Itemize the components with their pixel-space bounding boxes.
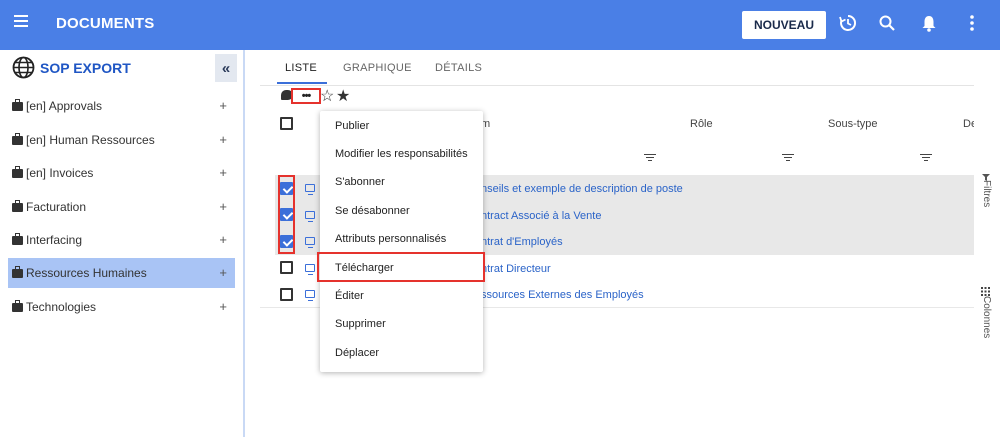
document-link[interactable]: nseils et exemple de description de post… bbox=[481, 183, 683, 195]
monitor-icon bbox=[305, 290, 315, 301]
select-all-checkbox[interactable] bbox=[280, 117, 293, 130]
checkbox-highlight-box bbox=[278, 175, 295, 254]
sidebar-item-label: Facturation bbox=[26, 200, 87, 214]
filter-icon[interactable] bbox=[644, 154, 656, 162]
document-link[interactable]: ntract Associé à la Vente bbox=[481, 210, 601, 222]
expand-plus-icon[interactable]: + bbox=[219, 199, 227, 214]
briefcase-icon bbox=[12, 299, 23, 312]
menu-icon[interactable] bbox=[14, 15, 28, 27]
bell-icon[interactable] bbox=[919, 13, 939, 33]
sidebar-header: SOP EXPORT « bbox=[0, 50, 243, 86]
sidebar-item-label: Technologies bbox=[26, 300, 97, 314]
download-highlight-box bbox=[317, 252, 485, 282]
tab-details[interactable]: DÉTAILS bbox=[435, 62, 482, 74]
filter-icon[interactable] bbox=[982, 168, 990, 181]
briefcase-icon bbox=[12, 98, 23, 111]
menu-item-publier[interactable]: Publier bbox=[335, 120, 369, 132]
menu-item-supprimer[interactable]: Supprimer bbox=[335, 318, 386, 330]
collapse-sidebar-button[interactable]: « bbox=[215, 54, 237, 82]
context-menu: Publier Modifier les responsabilités S'a… bbox=[320, 111, 483, 372]
row-checkbox[interactable] bbox=[280, 261, 293, 274]
columns-panel-toggle[interactable]: Colonnes bbox=[981, 296, 992, 338]
sidebar-item-label: [en] Approvals bbox=[26, 99, 103, 113]
search-icon[interactable] bbox=[877, 13, 897, 33]
expand-plus-icon[interactable]: + bbox=[219, 98, 227, 113]
sidebar-item-technologies[interactable]: Technologies + bbox=[8, 292, 235, 322]
active-tab-indicator bbox=[277, 82, 327, 84]
row-checkbox[interactable] bbox=[280, 288, 293, 301]
sidebar: SOP EXPORT « [en] Approvals + [en] Human… bbox=[0, 50, 245, 437]
filters-panel-toggle[interactable]: Filtres bbox=[981, 180, 992, 207]
sidebar-item-ressources-humaines[interactable]: Ressources Humaines + bbox=[8, 258, 235, 288]
tab-divider bbox=[260, 85, 974, 86]
columns-grid-icon[interactable] bbox=[981, 283, 990, 296]
more-actions-button[interactable]: ••• bbox=[291, 88, 321, 104]
expand-plus-icon[interactable]: + bbox=[219, 265, 227, 280]
menu-item-editer[interactable]: Éditer bbox=[335, 290, 364, 302]
new-button[interactable]: NOUVEAU bbox=[742, 11, 826, 39]
sidebar-item-interfacing[interactable]: Interfacing + bbox=[8, 225, 235, 255]
column-header-subtype[interactable]: Sous-type bbox=[828, 118, 878, 130]
sidebar-item-label: Ressources Humaines bbox=[26, 266, 147, 280]
menu-item-deplacer[interactable]: Déplacer bbox=[335, 347, 379, 359]
globe-icon bbox=[12, 56, 35, 79]
document-link[interactable]: ntrat d'Employés bbox=[481, 236, 563, 248]
sidebar-item-label: [en] Human Ressources bbox=[26, 133, 155, 147]
sidebar-item-invoices[interactable]: [en] Invoices + bbox=[8, 158, 235, 188]
briefcase-icon bbox=[12, 232, 23, 245]
sidebar-title: SOP EXPORT bbox=[40, 60, 131, 76]
filter-icon[interactable] bbox=[920, 154, 932, 162]
expand-plus-icon[interactable]: + bbox=[219, 132, 227, 147]
monitor-icon bbox=[305, 211, 315, 222]
sidebar-item-facturation[interactable]: Facturation + bbox=[8, 192, 235, 222]
document-link[interactable]: ssources Externes des Employés bbox=[481, 289, 644, 301]
more-vert-icon[interactable] bbox=[962, 13, 982, 33]
expand-plus-icon[interactable]: + bbox=[219, 232, 227, 247]
menu-item-sabonner[interactable]: S'abonner bbox=[335, 176, 385, 188]
expand-plus-icon[interactable]: + bbox=[219, 165, 227, 180]
expand-plus-icon[interactable]: + bbox=[219, 299, 227, 314]
document-link[interactable]: ntrat Directeur bbox=[481, 263, 551, 275]
filter-icon[interactable] bbox=[782, 154, 794, 162]
top-app-bar: DOCUMENTS NOUVEAU bbox=[0, 0, 1000, 50]
sidebar-item-approvals[interactable]: [en] Approvals + bbox=[8, 91, 235, 121]
tab-graphique[interactable]: GRAPHIQUE bbox=[343, 62, 412, 74]
briefcase-icon bbox=[12, 199, 23, 212]
star-outline-icon[interactable]: ☆ bbox=[320, 86, 334, 106]
menu-item-attributs-personnalises[interactable]: Attributs personnalisés bbox=[335, 233, 446, 245]
app-title: DOCUMENTS bbox=[56, 15, 155, 32]
history-icon[interactable] bbox=[838, 13, 858, 33]
sidebar-item-human-ressources[interactable]: [en] Human Ressources + bbox=[8, 125, 235, 155]
sidebar-item-label: [en] Invoices bbox=[26, 166, 94, 180]
briefcase-icon bbox=[12, 165, 23, 178]
tab-liste[interactable]: LISTE bbox=[285, 62, 317, 74]
sidebar-item-label: Interfacing bbox=[26, 233, 83, 247]
monitor-icon bbox=[305, 264, 315, 275]
menu-item-se-desabonner[interactable]: Se désabonner bbox=[335, 205, 410, 217]
briefcase-icon bbox=[12, 265, 23, 278]
right-rail: Filtres Colonnes bbox=[974, 50, 1000, 437]
monitor-icon bbox=[305, 184, 315, 195]
monitor-icon bbox=[305, 237, 315, 248]
star-filled-icon[interactable]: ★ bbox=[336, 86, 350, 106]
column-header-role[interactable]: Rôle bbox=[690, 118, 713, 130]
briefcase-icon bbox=[12, 132, 23, 145]
menu-item-modifier-responsabilites[interactable]: Modifier les responsabilités bbox=[335, 148, 468, 160]
